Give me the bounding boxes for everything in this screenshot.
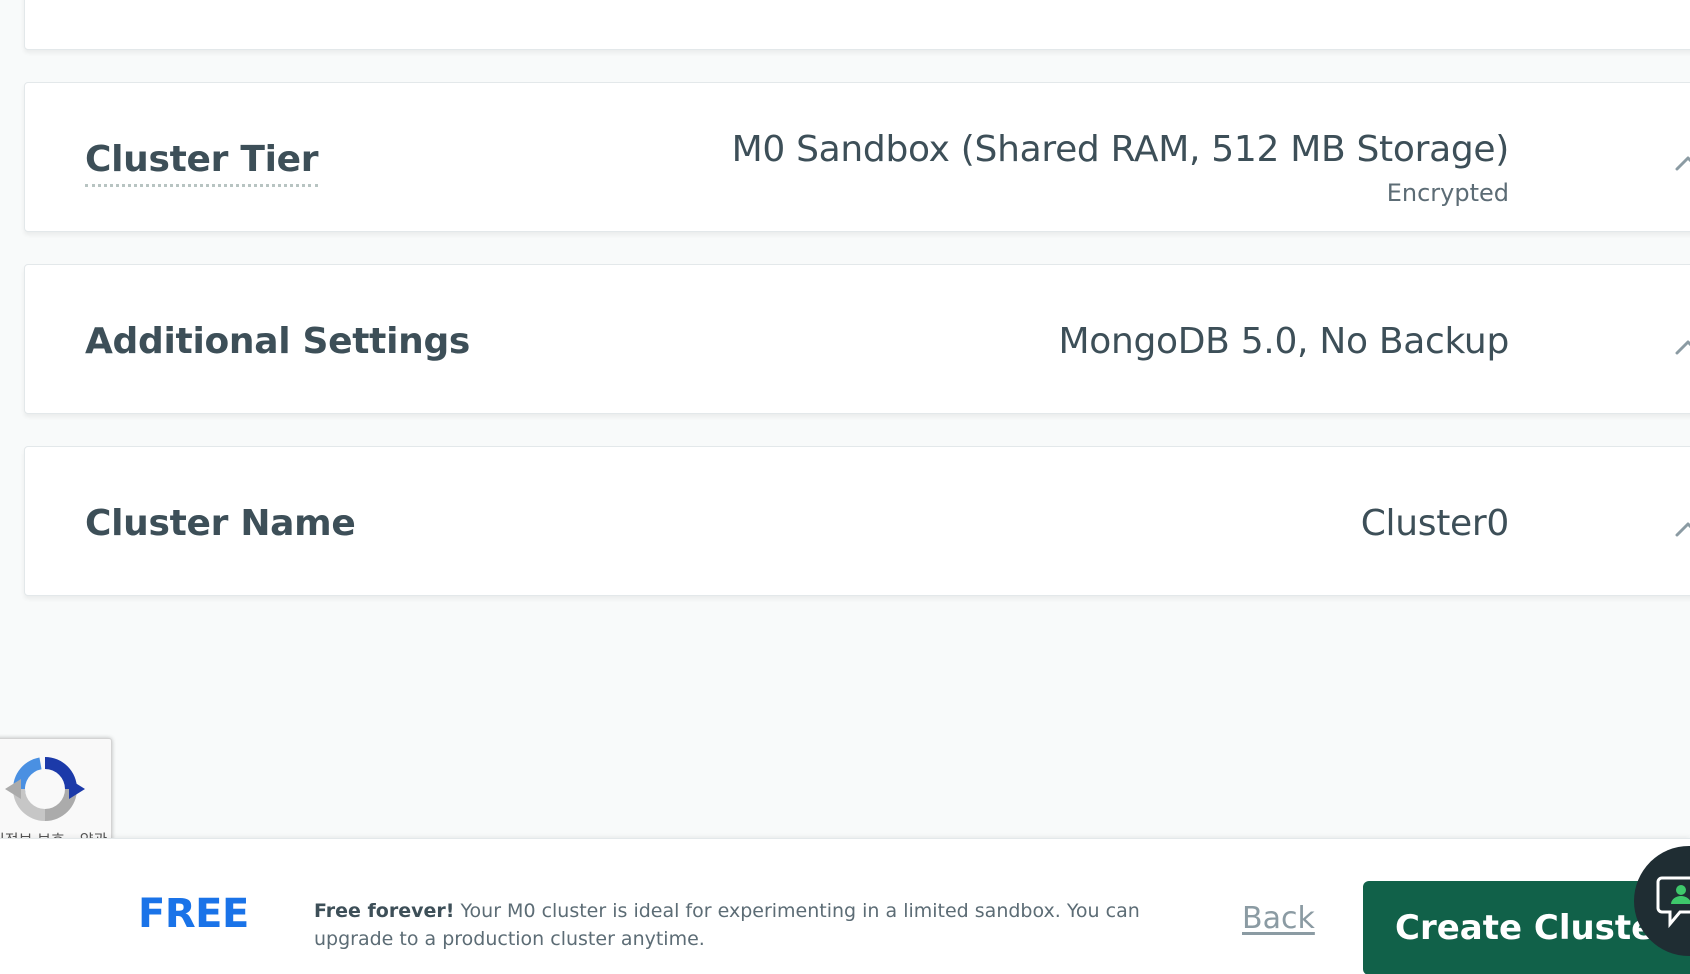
chevron-up-icon[interactable] — [1673, 333, 1690, 363]
cluster-name-title: Cluster Name — [85, 503, 356, 544]
cluster-name-section[interactable]: Cluster Name Cluster0 — [24, 446, 1690, 596]
additional-settings-section[interactable]: Additional Settings MongoDB 5.0, No Back… — [24, 264, 1690, 414]
footer-message: Free forever! Your M0 cluster is ideal f… — [314, 897, 1214, 953]
cluster-tier-title: Cluster Tier — [85, 139, 319, 187]
chevron-up-icon[interactable] — [1673, 515, 1690, 545]
cluster-tier-encrypted: Encrypted — [1386, 179, 1509, 207]
additional-settings-value: MongoDB 5.0, No Backup — [1058, 321, 1509, 362]
cluster-name-value: Cluster0 — [1360, 503, 1510, 544]
free-tier-label: FREE — [138, 891, 249, 937]
page: Cluster Tier M0 Sandbox (Shared RAM, 512… — [0, 0, 1690, 974]
chevron-up-icon[interactable] — [1673, 149, 1690, 179]
cluster-tier-value: M0 Sandbox (Shared RAM, 512 MB Storage) — [731, 129, 1510, 170]
cluster-tier-section[interactable]: Cluster Tier M0 Sandbox (Shared RAM, 512… — [24, 82, 1690, 232]
cluster-tier-label[interactable]: Cluster Tier — [85, 139, 319, 187]
additional-settings-title: Additional Settings — [85, 321, 471, 362]
chat-icon — [1656, 876, 1690, 929]
footer-bar: FREE Free forever! Your M0 cluster is id… — [0, 838, 1690, 974]
recaptcha-icon — [5, 757, 85, 821]
back-link[interactable]: Back — [1242, 901, 1315, 936]
previous-section-card[interactable] — [24, 0, 1690, 50]
footer-message-bold: Free forever! — [314, 900, 455, 922]
